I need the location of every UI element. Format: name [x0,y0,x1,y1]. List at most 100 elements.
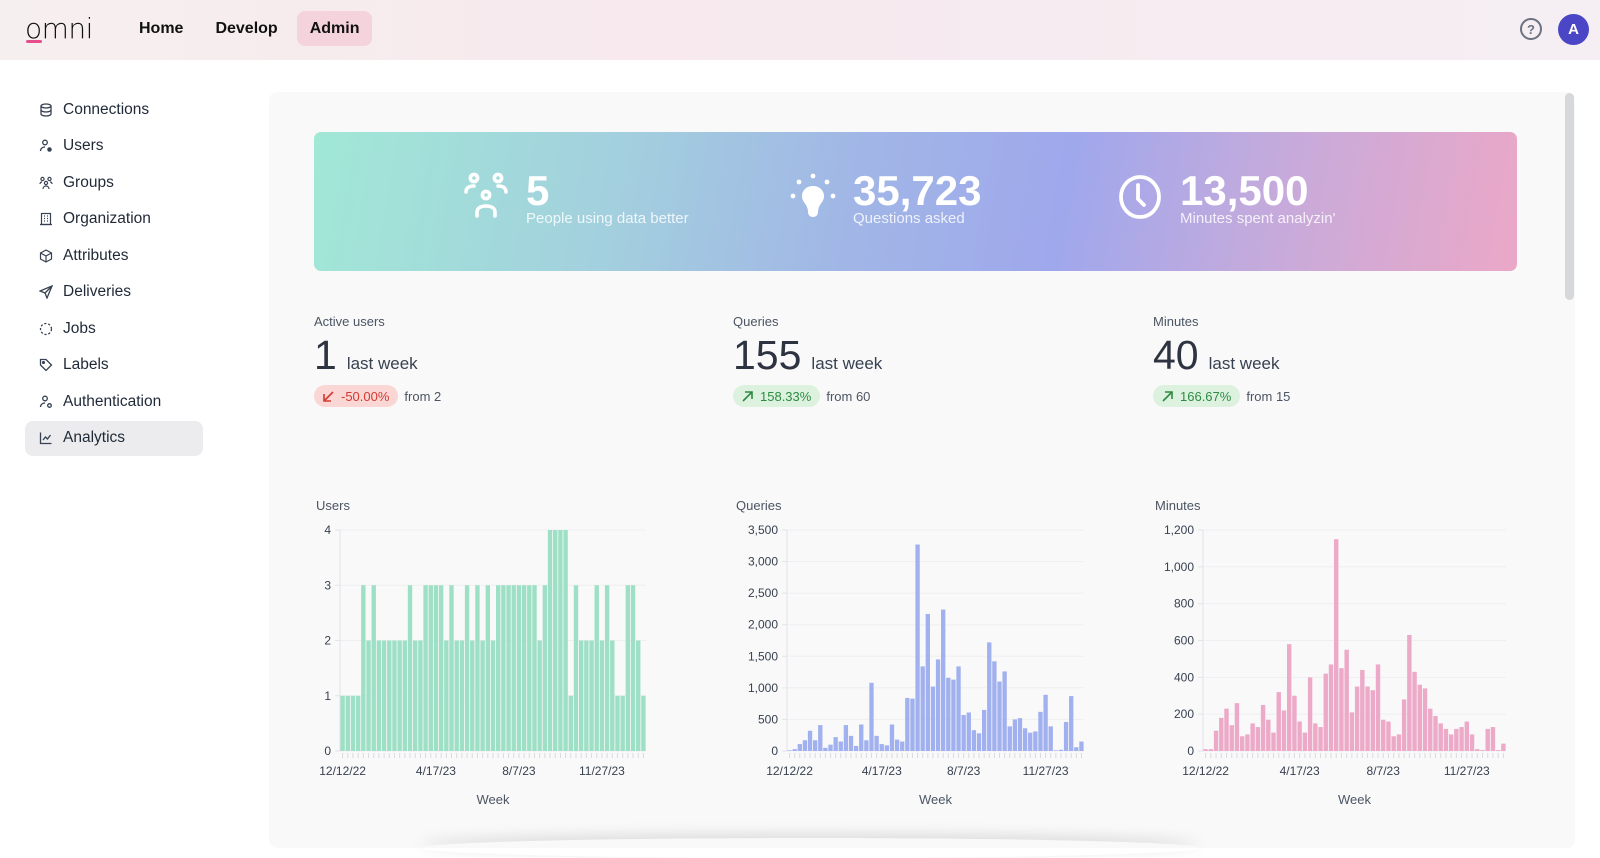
bar[interactable] [1349,712,1355,751]
bar[interactable] [1407,634,1412,751]
avatar[interactable]: A [1558,14,1589,45]
bar[interactable] [641,695,646,751]
bar[interactable] [956,666,961,751]
bar[interactable] [1428,708,1433,751]
bar[interactable] [787,750,792,751]
bar[interactable] [1224,708,1229,751]
bar[interactable] [397,640,402,752]
bar[interactable] [459,640,465,752]
bar[interactable] [578,640,584,752]
bar[interactable] [1229,725,1234,751]
bar[interactable] [553,530,558,751]
bar[interactable] [594,585,599,751]
bar[interactable] [392,640,397,752]
bar[interactable] [1422,688,1428,751]
bar[interactable] [625,585,631,751]
bar[interactable] [987,642,992,751]
bar[interactable] [345,695,350,751]
bar[interactable] [413,640,418,752]
bar[interactable] [428,585,433,751]
bar[interactable] [449,585,454,751]
bar[interactable] [823,747,828,751]
bar[interactable] [874,735,879,751]
bar[interactable] [1475,749,1480,751]
sidebar-item-authentication[interactable]: Authentication [25,384,203,419]
bar[interactable] [1417,684,1423,751]
bar[interactable] [547,530,553,751]
bar[interactable] [506,585,511,751]
bar[interactable] [376,640,382,752]
bar[interactable] [1033,731,1038,751]
bar[interactable] [818,725,823,751]
bar[interactable] [1203,749,1208,751]
help-button[interactable]: ? [1520,18,1542,40]
bar[interactable] [807,730,813,751]
bar[interactable] [869,682,874,751]
bar[interactable] [828,744,833,751]
bar[interactable] [1365,686,1370,751]
sidebar-item-jobs[interactable]: Jobs [25,311,203,346]
bar[interactable] [1459,727,1464,751]
bar[interactable] [1370,690,1375,751]
bar[interactable] [797,744,802,751]
bar[interactable] [1297,721,1302,751]
bar[interactable] [1074,747,1079,751]
bar[interactable] [1007,726,1012,751]
bar[interactable] [537,640,542,752]
bar[interactable] [340,695,345,751]
bar[interactable] [1069,696,1074,751]
bar[interactable] [542,585,548,751]
bar[interactable] [558,530,563,751]
bar[interactable] [573,585,579,751]
bar[interactable] [511,585,516,751]
bar[interactable] [1354,686,1360,751]
bar[interactable] [802,740,808,751]
bar[interactable] [1002,671,1007,751]
bar[interactable] [480,640,485,752]
bar[interactable] [1292,695,1297,751]
sidebar-item-labels[interactable]: Labels [25,348,203,383]
bar[interactable] [853,745,859,751]
bar[interactable] [495,585,501,751]
bar[interactable] [981,709,987,751]
bar[interactable] [1495,750,1501,751]
bar[interactable] [407,585,413,751]
bar[interactable] [1396,734,1402,751]
sidebar-item-connections[interactable]: Connections [25,92,203,127]
bar[interactable] [630,585,636,751]
bar[interactable] [920,666,925,751]
bar[interactable] [485,585,491,751]
sidebar-item-deliveries[interactable]: Deliveries [25,275,203,310]
bar[interactable] [1079,741,1084,751]
bar[interactable] [864,740,869,751]
bar[interactable] [833,737,838,751]
bar[interactable] [464,585,470,751]
sidebar-item-attributes[interactable]: Attributes [25,238,203,273]
bar[interactable] [366,640,371,752]
bar[interactable] [910,698,915,751]
bar[interactable] [961,715,966,751]
bar[interactable] [402,640,408,752]
bar[interactable] [930,686,936,751]
bar[interactable] [1048,726,1053,751]
bar[interactable] [838,741,843,751]
vertical-scrollbar[interactable] [1565,93,1574,300]
bar[interactable] [966,712,971,751]
bar[interactable] [1438,723,1443,751]
bar[interactable] [361,585,366,751]
bar[interactable] [433,585,439,751]
bar[interactable] [1043,694,1048,751]
bar[interactable] [1485,728,1490,751]
bar[interactable] [1302,732,1308,751]
bar[interactable] [1360,669,1365,751]
bar[interactable] [355,695,361,751]
bar[interactable] [563,530,568,751]
bar[interactable] [1245,734,1250,751]
bar[interactable] [1266,719,1271,751]
bar[interactable] [1386,721,1391,751]
bar[interactable] [941,609,946,751]
sidebar-item-organization[interactable]: Organization [25,202,203,237]
bar[interactable] [1053,750,1058,751]
bar[interactable] [1058,749,1064,751]
bar[interactable] [1281,710,1287,751]
